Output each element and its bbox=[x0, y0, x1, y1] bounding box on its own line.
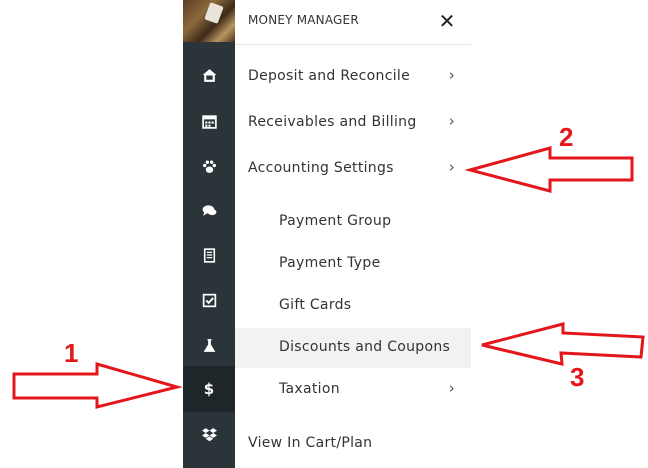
rail-tasks[interactable] bbox=[183, 277, 235, 323]
menu-item-label: Deposit and Reconcile bbox=[248, 68, 410, 84]
calendar-icon bbox=[201, 114, 217, 129]
annotation-number-3: 3 bbox=[570, 362, 585, 392]
rail-receipts[interactable] bbox=[183, 232, 235, 278]
chevron-right-icon: › bbox=[448, 379, 455, 397]
dollar-icon: $ bbox=[203, 380, 215, 398]
icon-rail: $ bbox=[183, 0, 235, 468]
menu-taxation[interactable]: Taxation › bbox=[235, 370, 471, 410]
chevron-right-icon: › bbox=[448, 66, 455, 84]
menu-item-label: Gift Cards bbox=[279, 297, 352, 313]
menu-item-label: Discounts and Coupons bbox=[279, 339, 451, 355]
home-icon bbox=[202, 68, 216, 82]
menu-item-label: Receivables and Billing bbox=[248, 114, 417, 130]
rail-money-manager[interactable]: $ bbox=[183, 366, 235, 412]
annotation-arrow-1 bbox=[12, 362, 183, 409]
menu-receivables-and-billing[interactable]: Receivables and Billing › bbox=[235, 103, 471, 143]
menu-payment-group[interactable]: Payment Group bbox=[235, 202, 471, 242]
panel-title: MONEY MANAGER bbox=[248, 13, 359, 27]
menu-item-label: View In Cart/Plan bbox=[248, 435, 373, 451]
rail-messages[interactable] bbox=[183, 187, 235, 233]
money-manager-panel: MONEY MANAGER ✕ Deposit and Reconcile › … bbox=[235, 0, 471, 468]
receipt-icon bbox=[203, 247, 215, 263]
annotation-arrow-3 bbox=[481, 322, 645, 366]
menu-deposit-and-reconcile[interactable]: Deposit and Reconcile › bbox=[235, 57, 471, 97]
menu-discounts-and-coupons[interactable]: Discounts and Coupons bbox=[235, 328, 471, 368]
rail-dropbox[interactable] bbox=[183, 411, 235, 457]
menu-payment-type[interactable]: Payment Type bbox=[235, 244, 471, 284]
rail-pets[interactable] bbox=[183, 143, 235, 189]
menu-item-label: Payment Group bbox=[279, 213, 392, 229]
chevron-right-icon: › bbox=[448, 112, 455, 130]
menu-gift-cards[interactable]: Gift Cards bbox=[235, 286, 471, 326]
menu-item-label: Taxation bbox=[279, 381, 340, 397]
menu-view-in-cart-plan[interactable]: View In Cart/Plan bbox=[235, 424, 471, 464]
annotation-arrow-2 bbox=[464, 146, 634, 193]
menu-item-label: Accounting Settings bbox=[248, 160, 394, 176]
checkbox-icon bbox=[202, 293, 216, 307]
rail-home[interactable] bbox=[183, 52, 235, 98]
chat-icon bbox=[202, 204, 216, 216]
annotation-number-1: 1 bbox=[64, 338, 79, 368]
panel-header: MONEY MANAGER ✕ bbox=[235, 0, 471, 45]
annotation-number-2: 2 bbox=[559, 122, 574, 152]
close-icon[interactable]: ✕ bbox=[435, 9, 459, 33]
rail-lab[interactable] bbox=[183, 322, 235, 368]
dropbox-icon bbox=[201, 427, 217, 441]
menu-item-label: Payment Type bbox=[279, 255, 381, 271]
paw-icon bbox=[202, 160, 216, 173]
profile-thumbnail[interactable] bbox=[183, 0, 235, 42]
rail-calendar[interactable] bbox=[183, 98, 235, 144]
menu-accounting-settings[interactable]: Accounting Settings › bbox=[235, 149, 471, 189]
flask-icon bbox=[203, 338, 215, 352]
chevron-right-icon: › bbox=[448, 158, 455, 176]
